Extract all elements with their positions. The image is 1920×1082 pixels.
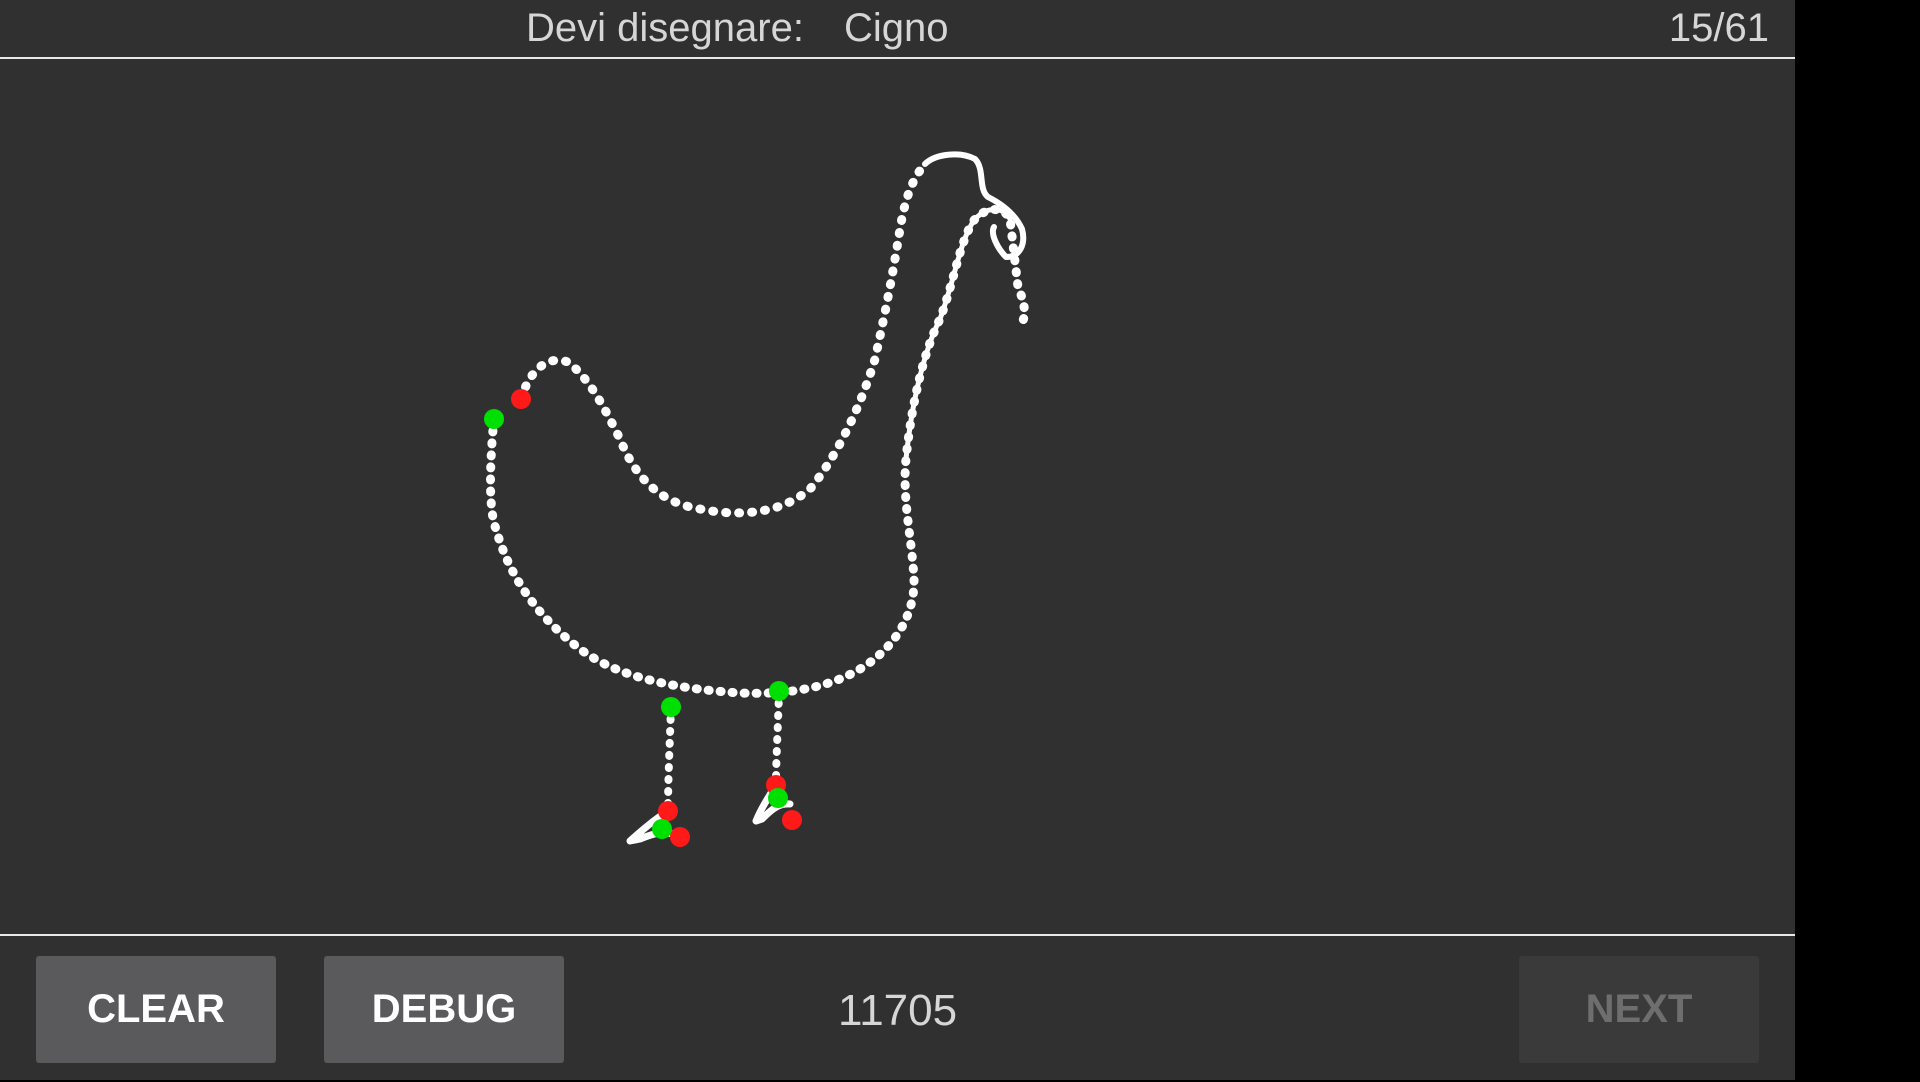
stroke-start-marker (661, 697, 681, 717)
drawn-stroke-back (516, 159, 930, 518)
header-bar: Devi disegnare: Cigno 15/61 (0, 0, 1795, 59)
stroke-end-marker (658, 801, 678, 821)
footer-bar: CLEAR DEBUG 11705 NEXT (0, 934, 1795, 1082)
prompt-label: Devi disegnare: (526, 6, 804, 50)
stroke-start-marker (652, 819, 672, 839)
stroke-start-marker (769, 681, 789, 701)
stroke-start-marker (768, 788, 788, 808)
stroke-end-marker (782, 810, 802, 830)
clear-button[interactable]: CLEAR (36, 956, 276, 1063)
stroke-end-marker (670, 827, 690, 847)
score-value: 11705 (838, 986, 958, 1035)
drawing-app: Devi disegnare: Cigno 15/61 CLEAR DEBUG … (0, 0, 1795, 1080)
progress-counter: 15/61 (1668, 6, 1769, 50)
drawn-stroke-head (922, 151, 1027, 260)
drawn-stroke-body (486, 205, 1029, 698)
debug-button[interactable]: DEBUG (324, 956, 564, 1063)
next-button[interactable]: NEXT (1519, 956, 1759, 1063)
stroke-end-marker (511, 389, 531, 409)
drawing-canvas[interactable] (0, 59, 1795, 934)
prompt-word: Cigno (844, 6, 949, 50)
screen-edge (1795, 0, 1920, 1080)
stroke-start-marker (484, 409, 504, 429)
drawn-stroke-body-solid (903, 207, 1013, 462)
